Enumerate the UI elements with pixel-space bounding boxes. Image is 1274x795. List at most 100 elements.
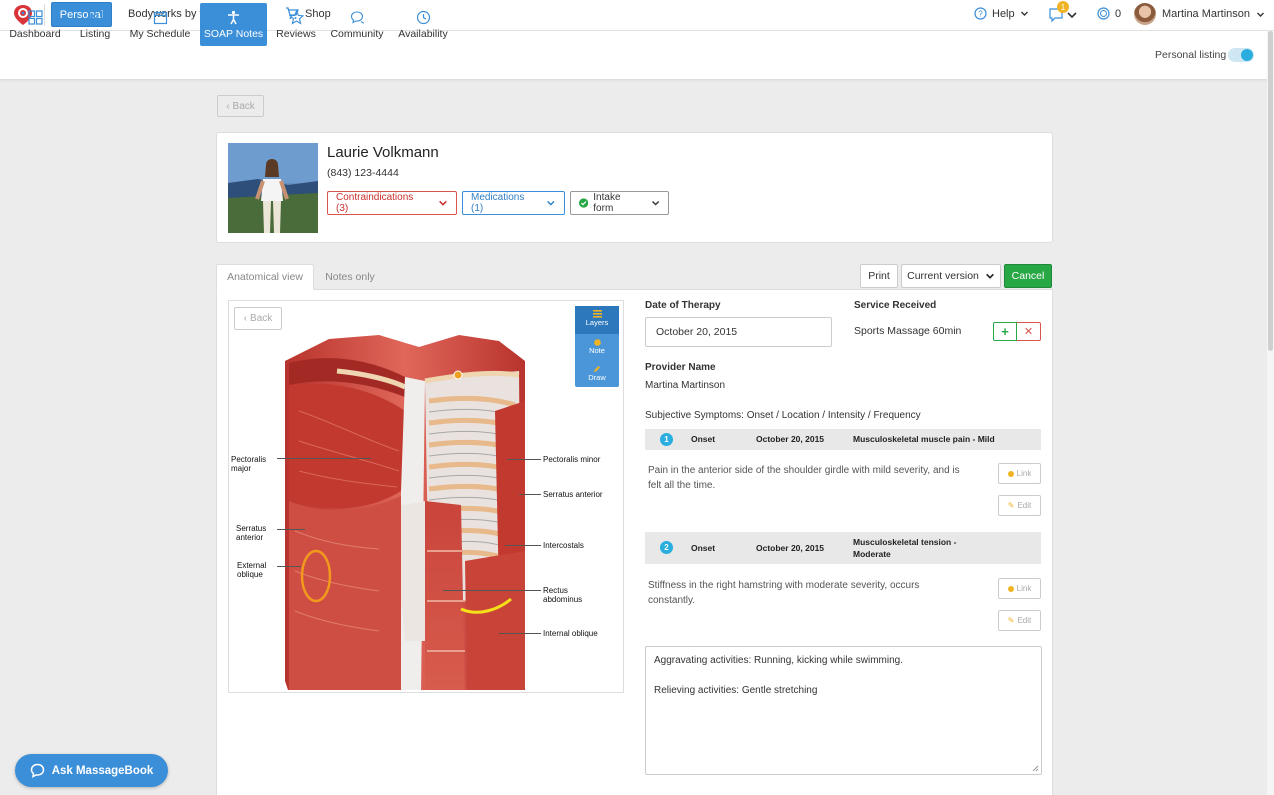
- nav-label: Listing: [79, 27, 111, 40]
- leader-line: [499, 633, 541, 634]
- label-pectoralis-major[interactable]: Pectoralis major: [231, 455, 275, 473]
- symptom-number-badge: 1: [660, 433, 673, 446]
- medications-label: Medications (1): [471, 192, 525, 214]
- body-icon: [228, 10, 239, 24]
- scrollbar-thumb[interactable]: [1268, 31, 1273, 351]
- symptom-row[interactable]: 2 Onset October 20, 2015 Musculoskeletal…: [645, 532, 1041, 564]
- subjective-symptoms-heading: Subjective Symptoms: Onset / Location / …: [645, 410, 921, 421]
- symptom-description: Stiffness in the right hamstring with mo…: [648, 580, 920, 606]
- note-tool[interactable]: Note: [575, 336, 619, 361]
- back-button[interactable]: ‹ Back: [217, 95, 264, 117]
- nav-label: My Schedule: [129, 27, 191, 40]
- tab-notes-only[interactable]: Notes only: [318, 264, 382, 290]
- ask-massagebook-button[interactable]: Ask MassageBook: [15, 754, 168, 787]
- symptom-onset: Onset: [691, 543, 716, 553]
- nav-availability[interactable]: Availability: [395, 3, 451, 46]
- client-name: Laurie Volkmann: [327, 144, 439, 161]
- svg-text:?: ?: [978, 10, 983, 19]
- edit-button[interactable]: ✎ Edit: [998, 495, 1041, 516]
- label-serratus-anterior-left[interactable]: Serratus anterior: [236, 524, 280, 542]
- contraindications-label: Contraindications (3): [336, 192, 414, 214]
- nav-label: Community: [330, 27, 384, 40]
- symptom-row[interactable]: 1 Onset October 20, 2015 Musculoskeletal…: [645, 429, 1041, 450]
- service-received-label: Service Received: [854, 300, 937, 311]
- client-photo-image: [228, 143, 318, 233]
- nav-my-schedule[interactable]: My Schedule: [126, 3, 194, 46]
- date-of-therapy-input[interactable]: October 20, 2015: [645, 317, 832, 347]
- link-button[interactable]: Link: [998, 463, 1041, 484]
- edit-button[interactable]: ✎ Edit: [998, 610, 1041, 631]
- grid-icon: [27, 9, 43, 25]
- anatomy-toolbar: Layers Note Draw: [575, 306, 619, 387]
- add-service-button[interactable]: +: [993, 322, 1017, 341]
- check-circle-icon: [579, 198, 589, 208]
- label-serratus-anterior-right[interactable]: Serratus anterior: [543, 490, 603, 499]
- leader-line: [507, 459, 541, 460]
- nav-label: SOAP Notes: [203, 27, 264, 40]
- anatomy-viewer[interactable]: ‹ Back Layers Note Draw Pectoralis major…: [228, 300, 624, 693]
- remove-service-button[interactable]: ✕: [1017, 322, 1041, 341]
- nav-reviews[interactable]: Reviews: [273, 3, 319, 46]
- label-internal-oblique[interactable]: Internal oblique: [543, 629, 603, 638]
- help-label: Help: [992, 7, 1015, 20]
- edit-label: Edit: [1017, 501, 1032, 510]
- symptom-type: Musculoskeletal muscle pain - Mild: [853, 434, 995, 444]
- leader-line: [505, 545, 541, 546]
- chevron-down-icon: [1020, 11, 1028, 16]
- layers-icon: [592, 310, 602, 318]
- nav-soap-notes[interactable]: SOAP Notes: [200, 3, 267, 46]
- provider-name-label: Provider Name: [645, 362, 716, 373]
- label-intercostals[interactable]: Intercostals: [543, 541, 603, 550]
- medications-dropdown[interactable]: Medications (1): [462, 191, 565, 215]
- close-icon: ✕: [1023, 326, 1034, 338]
- leader-line: [277, 529, 305, 530]
- intake-form-dropdown[interactable]: Intake form: [570, 191, 669, 215]
- date-of-therapy-label: Date of Therapy: [645, 300, 721, 311]
- label-external-oblique[interactable]: External oblique: [237, 561, 281, 579]
- version-label: Current version: [907, 270, 979, 282]
- personal-listing-label: Personal listing: [1155, 49, 1227, 61]
- symptom-description: Pain in the anterior side of the shoulde…: [648, 465, 960, 491]
- link-dot-icon: [1007, 585, 1014, 592]
- symptom-type: Musculoskeletal tension - Moderate: [853, 537, 957, 559]
- chat-icon: [350, 10, 364, 24]
- points-icon: [1097, 7, 1110, 20]
- anatomy-back-button[interactable]: ‹ Back: [234, 307, 282, 330]
- intake-form-label: Intake form: [593, 192, 621, 214]
- personal-listing-toggle[interactable]: [1228, 48, 1254, 62]
- help-menu[interactable]: ? Help: [974, 7, 1029, 20]
- user-menu[interactable]: Martina Martinson: [1134, 3, 1265, 25]
- symptom-number-badge: 2: [660, 541, 673, 554]
- version-dropdown[interactable]: Current version: [901, 264, 1001, 288]
- nav-label: Availability: [398, 27, 448, 40]
- points-counter[interactable]: 0: [1097, 7, 1121, 20]
- chevron-down-icon: [985, 273, 994, 279]
- nav-listing[interactable]: Listing: [73, 3, 117, 46]
- label-rectus-abdominus[interactable]: Rectus abdominus: [543, 586, 603, 604]
- label-pectoralis-minor[interactable]: Pectoralis minor: [543, 455, 603, 464]
- contraindications-dropdown[interactable]: Contraindications (3): [327, 191, 457, 215]
- link-button[interactable]: Link: [998, 578, 1041, 599]
- avatar: [1134, 3, 1156, 25]
- profile-icon: [88, 10, 102, 24]
- anatomy-back-label: Back: [250, 313, 273, 324]
- page-scrollbar[interactable]: [1267, 31, 1274, 795]
- chat-bubble-icon: [30, 763, 44, 778]
- points-value: 0: [1115, 7, 1122, 20]
- layers-tool[interactable]: Layers: [575, 306, 619, 334]
- note-dot-icon: [593, 339, 601, 346]
- symptom-onset: Onset: [691, 434, 716, 444]
- chevron-left-icon: ‹: [243, 313, 248, 324]
- tab-anatomical-view[interactable]: Anatomical view: [216, 264, 314, 290]
- nav-dashboard[interactable]: Dashboard: [4, 3, 66, 46]
- nav-community[interactable]: Community: [327, 3, 387, 46]
- calendar-icon: [153, 10, 167, 24]
- draw-tool[interactable]: Draw: [575, 362, 619, 387]
- print-button[interactable]: Print: [860, 264, 898, 288]
- toggle-knob: [1241, 49, 1253, 61]
- leader-line: [519, 494, 541, 495]
- cancel-button[interactable]: Cancel: [1004, 264, 1052, 288]
- user-name: Martina Martinson: [1162, 8, 1251, 20]
- activities-textarea[interactable]: Aggravating activities: Running, kicking…: [645, 646, 1042, 775]
- resize-handle-icon[interactable]: [1032, 765, 1039, 772]
